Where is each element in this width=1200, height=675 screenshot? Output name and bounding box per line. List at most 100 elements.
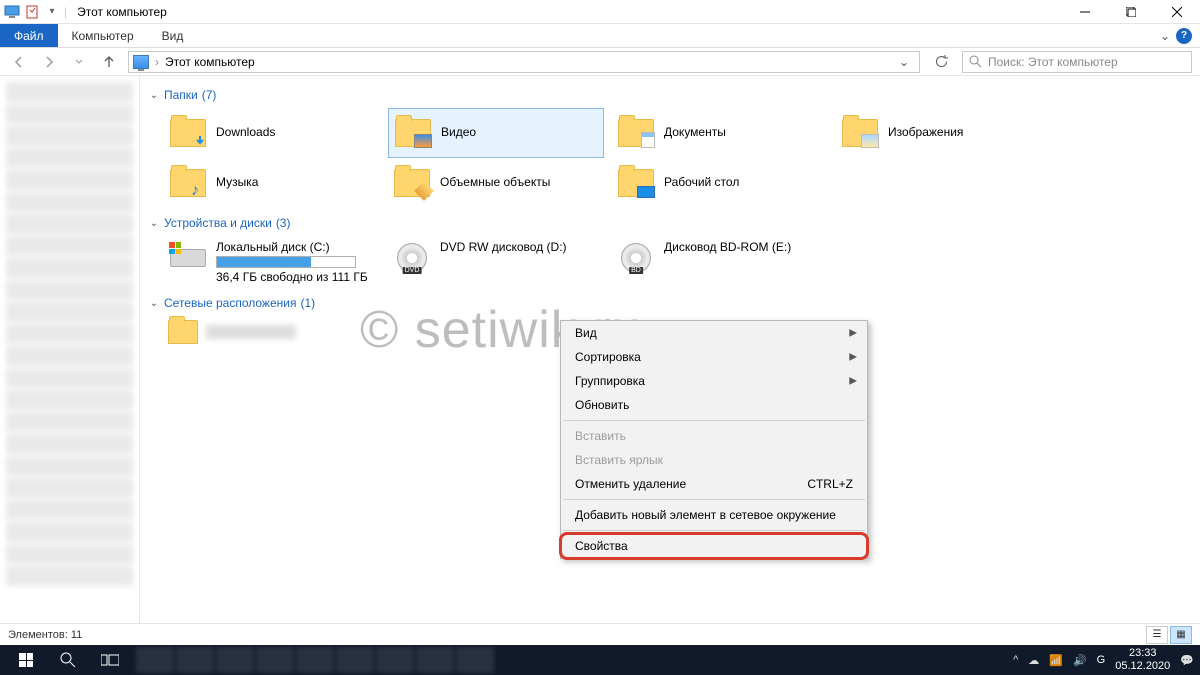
recent-dropdown-icon[interactable] [68, 51, 90, 73]
folder-label: Музыка [216, 175, 258, 191]
chevron-down-icon[interactable]: ⌄ [148, 218, 160, 229]
task-view-icon[interactable] [90, 645, 130, 675]
folder-label: Объемные объекты [440, 175, 550, 191]
folder-desktop[interactable]: Рабочий стол [612, 158, 828, 208]
properties-icon[interactable] [24, 4, 40, 20]
forward-button[interactable] [38, 51, 60, 73]
taskbar-app[interactable] [296, 647, 334, 673]
ctx-add-network-location[interactable]: Добавить новый элемент в сетевое окружен… [561, 503, 867, 527]
maximize-button[interactable] [1108, 0, 1154, 24]
group-label: Устройства и диски [164, 216, 272, 230]
folder-documents[interactable]: Документы [612, 108, 828, 158]
folder-label: Изображения [888, 125, 963, 141]
group-count: (7) [202, 88, 217, 102]
folder-label: Документы [664, 125, 726, 141]
tray-clock[interactable]: 23:33 05.12.2020 [1115, 647, 1170, 673]
search-input[interactable] [988, 55, 1185, 69]
ctx-paste: Вставить [561, 424, 867, 448]
tray-network-icon[interactable]: 📶 [1049, 654, 1063, 667]
ctx-group[interactable]: Группировка▶ [561, 369, 867, 393]
taskbar-app[interactable] [216, 647, 254, 673]
chevron-down-icon[interactable]: ⌄ [148, 90, 160, 101]
folders-grid: Downloads Видео Документы Изображения ♪ … [164, 108, 1192, 208]
tray-volume-icon[interactable]: 🔊 [1073, 654, 1087, 667]
drive-d[interactable]: DVD DVD RW дисковод (D:) [388, 236, 604, 288]
system-tray: ^ ☁ 📶 🔊 G 23:33 05.12.2020 💬 [1013, 647, 1194, 673]
up-button[interactable] [98, 51, 120, 73]
address-bar[interactable]: › Этот компьютер ⌄ [128, 51, 920, 73]
folder-label: Рабочий стол [664, 175, 739, 191]
taskbar-search-icon[interactable] [48, 645, 88, 675]
ctx-separator [563, 499, 865, 500]
tray-chevron-icon[interactable]: ^ [1013, 654, 1018, 666]
drive-c[interactable]: Локальный диск (C:) 36,4 ГБ свободно из … [164, 236, 380, 288]
taskbar-app[interactable] [376, 647, 414, 673]
nav-bar: › Этот компьютер ⌄ [0, 48, 1200, 76]
view-tiles-button[interactable]: ▦ [1170, 626, 1192, 644]
ctx-sort[interactable]: Сортировка▶ [561, 345, 867, 369]
drive-label: DVD RW дисковод (D:) [440, 240, 600, 254]
view-details-button[interactable]: ☰ [1146, 626, 1168, 644]
group-label: Сетевые расположения [164, 296, 296, 310]
chevron-right-icon: ▶ [849, 352, 857, 363]
taskbar-app[interactable] [336, 647, 374, 673]
drive-e[interactable]: BD Дисковод BD-ROM (E:) [612, 236, 828, 288]
tray-language[interactable]: G [1097, 654, 1106, 666]
group-header-network[interactable]: ⌄ Сетевые расположения (1) [148, 296, 1192, 310]
folder-images[interactable]: Изображения [836, 108, 1052, 158]
quick-access-toolbar: ▾ [0, 4, 64, 20]
taskbar-app[interactable] [456, 647, 494, 673]
search-box[interactable] [962, 51, 1192, 73]
group-label: Папки [164, 88, 198, 102]
window-title: Этот компьютер [77, 5, 167, 19]
folder-3d-objects[interactable]: Объемные объекты [388, 158, 604, 208]
drive-label: Локальный диск (C:) [216, 240, 376, 254]
context-menu: Вид▶ Сортировка▶ Группировка▶ Обновить В… [560, 320, 868, 559]
action-center-icon[interactable]: 💬 [1180, 654, 1194, 667]
taskbar-app[interactable] [416, 647, 454, 673]
ctx-view[interactable]: Вид▶ [561, 321, 867, 345]
chevron-down-icon[interactable]: ⌄ [148, 298, 160, 309]
breadcrumb-item[interactable]: Этот компьютер [165, 55, 255, 69]
folder-video[interactable]: Видео [388, 108, 604, 158]
refresh-icon[interactable] [934, 55, 948, 69]
chevron-right-icon: ▶ [849, 376, 857, 387]
ribbon-expand-icon[interactable]: ⌄ [1160, 29, 1170, 43]
taskbar-app[interactable] [176, 647, 214, 673]
tray-time: 23:33 [1115, 647, 1170, 660]
tray-onedrive-icon[interactable]: ☁ [1028, 654, 1039, 667]
title-bar: ▾ | Этот компьютер [0, 0, 1200, 24]
tab-file[interactable]: Файл [0, 24, 58, 47]
ctx-properties[interactable]: Свойства [561, 534, 867, 558]
ctx-paste-shortcut: Вставить ярлык [561, 448, 867, 472]
folder-downloads[interactable]: Downloads [164, 108, 380, 158]
minimize-button[interactable] [1062, 0, 1108, 24]
tray-date: 05.12.2020 [1115, 660, 1170, 673]
ctx-undo-delete[interactable]: Отменить удалениеCTRL+Z [561, 472, 867, 496]
qat-dropdown-icon[interactable]: ▾ [44, 4, 60, 20]
breadcrumb-separator[interactable]: › [155, 55, 159, 69]
tab-view[interactable]: Вид [148, 24, 198, 47]
back-button[interactable] [8, 51, 30, 73]
group-header-devices[interactable]: ⌄ Устройства и диски (3) [148, 216, 1192, 230]
taskbar-app[interactable] [256, 647, 294, 673]
help-icon[interactable]: ? [1176, 28, 1192, 44]
folder-label: Видео [441, 125, 476, 141]
search-icon [969, 55, 982, 68]
taskbar: ^ ☁ 📶 🔊 G 23:33 05.12.2020 💬 [0, 645, 1200, 675]
drive-subtext: 36,4 ГБ свободно из 111 ГБ [216, 270, 376, 284]
address-dropdown-icon[interactable]: ⌄ [899, 55, 909, 69]
chevron-right-icon: ▶ [849, 328, 857, 339]
nav-pane[interactable] [0, 76, 140, 623]
group-count: (3) [276, 216, 291, 230]
tab-computer[interactable]: Компьютер [58, 24, 148, 47]
close-button[interactable] [1154, 0, 1200, 24]
taskbar-app[interactable] [136, 647, 174, 673]
ctx-refresh[interactable]: Обновить [561, 393, 867, 417]
group-header-folders[interactable]: ⌄ Папки (7) [148, 88, 1192, 102]
ctx-separator [563, 530, 865, 531]
start-button[interactable] [6, 645, 46, 675]
folder-music[interactable]: ♪ Музыка [164, 158, 380, 208]
status-count-label: Элементов: [8, 629, 68, 641]
window-controls [1062, 0, 1200, 24]
